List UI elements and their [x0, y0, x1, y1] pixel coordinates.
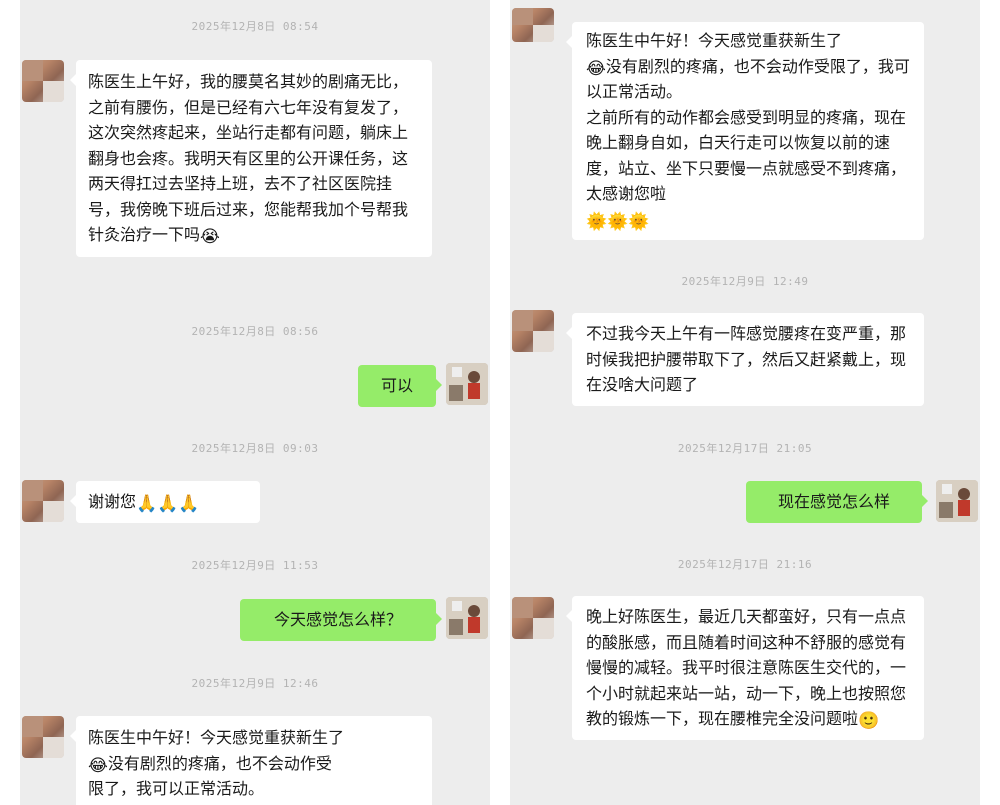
message-text: 陈医生中午好！今天感觉重获新生了	[88, 728, 345, 747]
contact-avatar[interactable]	[22, 60, 64, 102]
timestamp: 2025年12月8日 09:03	[191, 442, 319, 455]
message-text: 限了，我可以正常活动。	[88, 779, 265, 798]
sun-with-face-icon: 🌞🌞🌞	[586, 211, 650, 232]
message-text: 没有剧烈的疼痛，也不会动作受限了，我可以正常活动。	[586, 56, 910, 102]
contact-avatar[interactable]	[512, 310, 554, 352]
contact-avatar[interactable]	[512, 8, 554, 42]
message-bubble-incoming[interactable]: 谢谢您🙏🙏🙏	[70, 481, 260, 523]
contact-avatar[interactable]	[512, 597, 554, 639]
message-text: 陈医生中午好！今天感觉重获新生了	[586, 31, 843, 50]
figure-photo-icon	[936, 480, 978, 522]
message-bubble-outgoing[interactable]: 现在感觉怎么样	[746, 481, 928, 523]
timestamp: 2025年12月17日 21:05	[677, 442, 813, 455]
chat-panel-left[interactable]: 2025年12月8日 08:54 陈医生上午好，我的腰莫名其妙的剧痛无比，之前有…	[20, 0, 490, 805]
timestamp: 2025年12月8日 08:56	[191, 325, 319, 338]
user-avatar[interactable]	[446, 363, 488, 405]
tears-of-joy-icon: 😂	[88, 755, 108, 776]
contact-avatar[interactable]	[22, 716, 64, 758]
timestamp: 2025年12月9日 11:53	[191, 559, 319, 572]
message-bubble-incoming[interactable]: 不过我今天上午有一阵感觉腰疼在变严重，那时候我把护腰带取下了，然后又赶紧戴上，现…	[566, 313, 924, 406]
message-bubble-outgoing[interactable]: 可以	[358, 365, 442, 407]
message-bubble-incoming[interactable]: 陈医生中午好！今天感觉重获新生了 😂没有剧烈的疼痛，也不会动作受限了，我可以正常…	[566, 22, 924, 240]
message-text: 今天感觉怎么样？	[273, 610, 402, 629]
message-bubble-incoming[interactable]: 陈医生上午好，我的腰莫名其妙的剧痛无比，之前有腰伤，但是已经有六七年没有复发了，…	[70, 60, 432, 257]
message-text: 之前所有的动作都会感受到明显的疼痛，现在晚上翻身自如，白天行走可以恢复以前的速度…	[586, 107, 907, 204]
timestamp: 2025年12月9日 12:49	[681, 275, 809, 288]
message-text: 没有剧烈的疼痛，也不会动作受	[107, 753, 332, 773]
message-text: 可以	[380, 376, 413, 395]
message-text: 晚上好陈医生，最近几天都蛮好，只有一点点的酸胀感，而且随着时间这种不舒服的感觉有…	[586, 607, 907, 728]
smiling-face-icon: 🙂	[858, 711, 880, 731]
message-text: 谢谢您	[88, 492, 137, 511]
tears-of-joy-icon: 😂	[586, 58, 606, 79]
message-bubble-incoming[interactable]: 陈医生中午好！今天感觉重获新生了 😂没有剧烈的疼痛，也不会动作受 限了，我可以正…	[70, 716, 432, 805]
contact-avatar[interactable]	[22, 480, 64, 522]
crying-face-icon: 😭	[200, 227, 220, 247]
figure-photo-icon	[446, 597, 488, 639]
folded-hands-icon: 🙏🙏🙏	[136, 494, 200, 514]
user-avatar[interactable]	[446, 597, 488, 639]
user-avatar[interactable]	[936, 480, 978, 522]
message-text: 不过我今天上午有一阵感觉腰疼在变严重，那时候我把护腰带取下了，然后又赶紧戴上，现…	[586, 324, 907, 394]
timestamp: 2025年12月17日 21:16	[677, 558, 813, 571]
message-bubble-outgoing[interactable]: 今天感觉怎么样？	[240, 599, 442, 641]
figure-photo-icon	[446, 363, 488, 405]
message-text: 现在感觉怎么样	[777, 492, 890, 511]
message-text: 陈医生上午好，我的腰莫名其妙的剧痛无比，之前有腰伤，但是已经有六七年没有复发了，…	[88, 72, 409, 244]
chat-panel-right[interactable]: 陈医生中午好！今天感觉重获新生了 😂没有剧烈的疼痛，也不会动作受限了，我可以正常…	[510, 0, 980, 805]
timestamp: 2025年12月9日 12:46	[191, 677, 319, 690]
timestamp: 2025年12月8日 08:54	[191, 20, 319, 33]
message-bubble-incoming[interactable]: 晚上好陈医生，最近几天都蛮好，只有一点点的酸胀感，而且随着时间这种不舒服的感觉有…	[566, 596, 924, 740]
